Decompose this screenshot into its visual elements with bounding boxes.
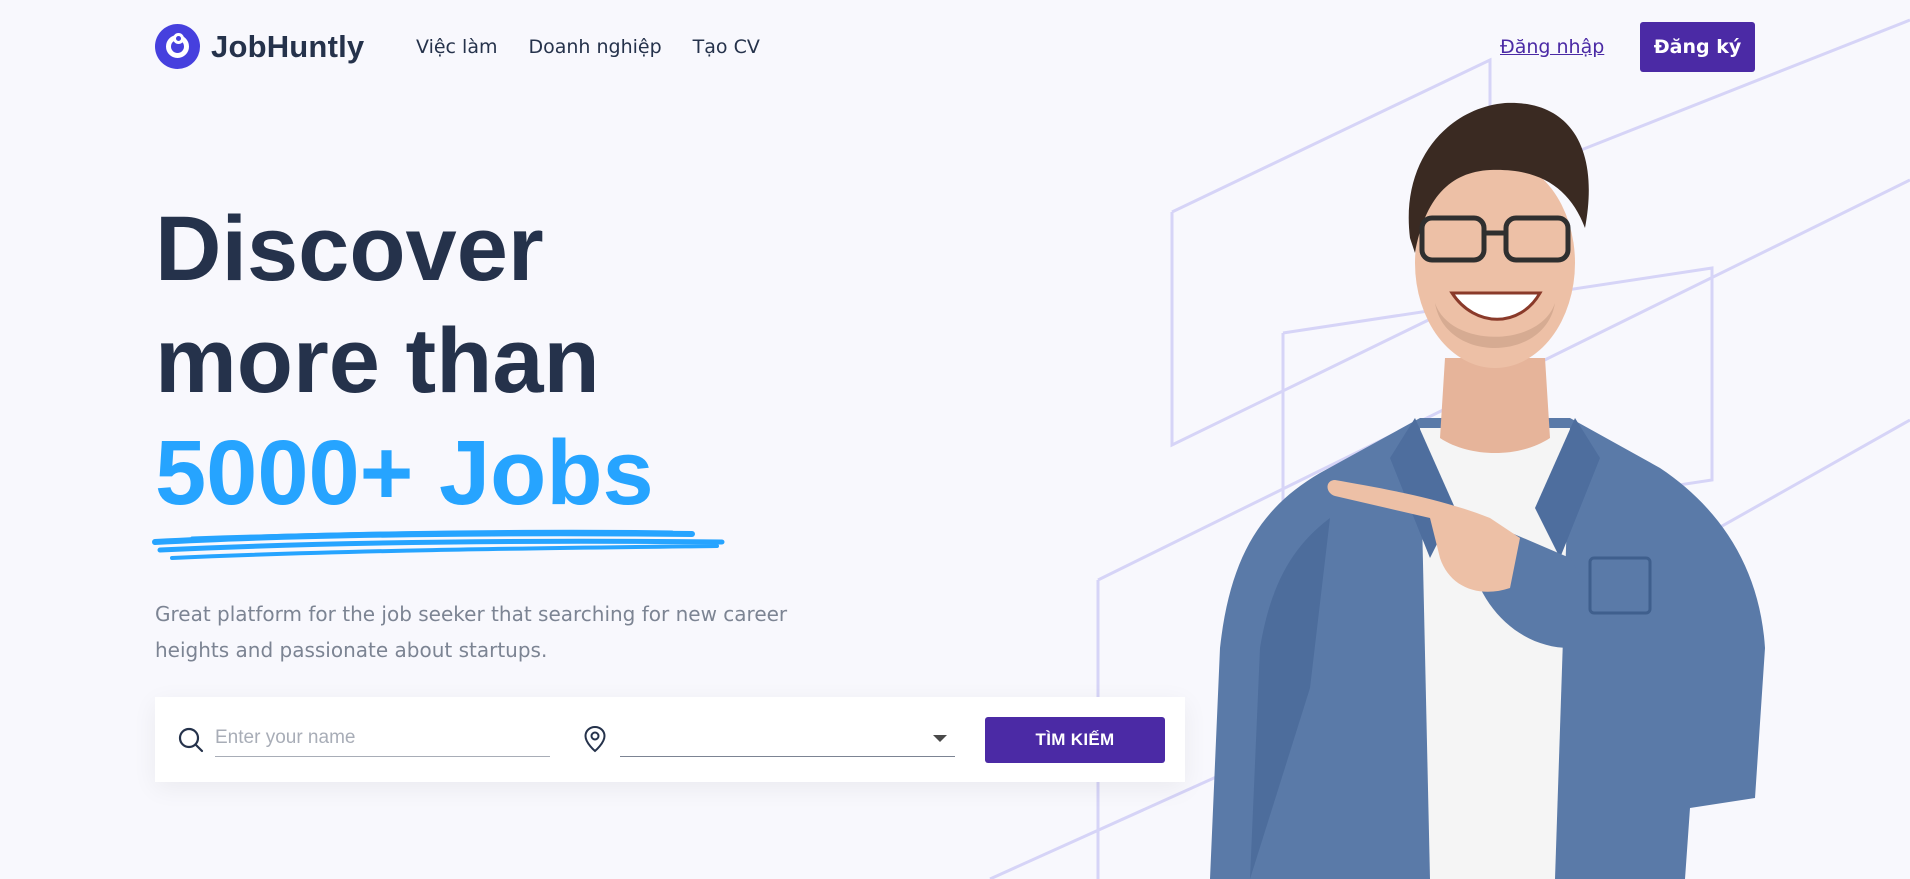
hero-person-photo: [1210, 102, 1765, 879]
register-button[interactable]: Đăng ký: [1640, 22, 1755, 72]
caret-down-icon: [933, 735, 947, 742]
top-navbar: JobHuntly Việc làm Doanh nghiệp Tạo CV Đ…: [0, 0, 1910, 96]
logo-icon: [155, 24, 200, 69]
hero-headline: Discover more than 5000+ Jobs: [155, 193, 654, 529]
search-button[interactable]: TÌM KIẾM: [985, 717, 1165, 763]
nav-item-jobs[interactable]: Việc làm: [416, 36, 497, 58]
brand-name: JobHuntly: [211, 28, 365, 64]
nav-item-companies[interactable]: Doanh nghiệp: [528, 36, 661, 58]
location-select[interactable]: [620, 720, 955, 757]
name-search-input[interactable]: [215, 720, 550, 757]
search-icon: [178, 727, 204, 753]
job-search-bar: TÌM KIẾM: [155, 697, 1185, 782]
headline-line-1: Discover: [155, 198, 544, 300]
login-link[interactable]: Đăng nhập: [1500, 36, 1604, 58]
hero-subtitle: Great platform for the job seeker that s…: [155, 602, 788, 662]
map-pin-icon: [584, 725, 606, 753]
brush-underline-decoration: [152, 529, 725, 560]
headline-highlight: 5000+ Jobs: [155, 422, 654, 524]
nav-item-create-cv[interactable]: Tạo CV: [693, 36, 760, 58]
main-nav: Việc làm Doanh nghiệp Tạo CV: [416, 36, 760, 58]
headline-line-2: more than: [155, 310, 600, 412]
brand-logo[interactable]: JobHuntly: [155, 24, 364, 69]
